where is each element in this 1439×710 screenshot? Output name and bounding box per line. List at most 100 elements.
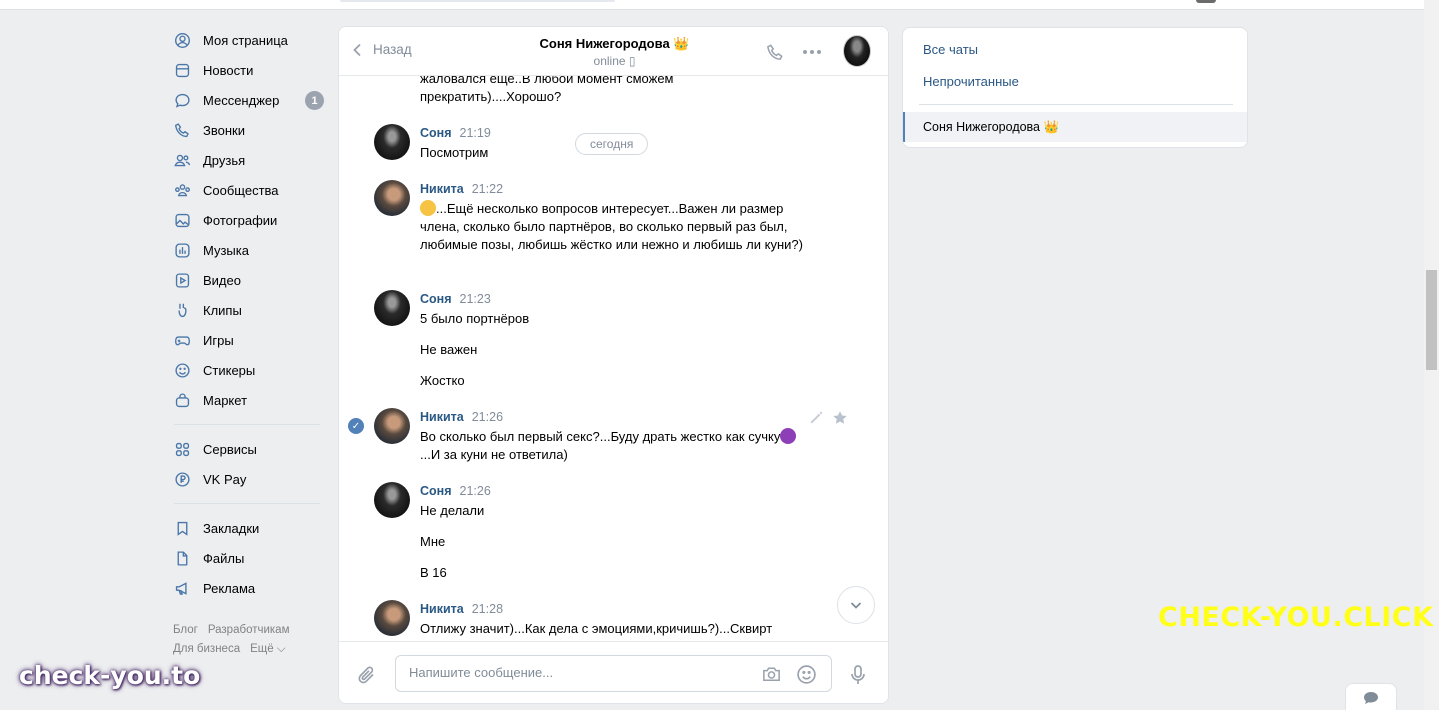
nav-item-friends[interactable]: Друзья [168,145,328,175]
camera-icon[interactable] [761,664,782,687]
photo-icon [174,212,191,229]
nav-item-games[interactable]: Игры [168,325,328,355]
message-input[interactable] [409,665,749,680]
message-time: 21:26 [471,410,504,424]
avatar[interactable] [374,124,410,160]
message-list[interactable]: жаловался еще..В любой момент сможем пре… [339,76,888,641]
message-text: Не делали [420,503,485,518]
author-name[interactable]: Никита [420,182,464,196]
chat-avatar[interactable] [843,35,871,67]
nav-label: Реклама [203,580,256,596]
watermark-right: CHECK-YOU.CLICK [1158,602,1434,633]
message-time: 21:23 [459,292,491,306]
nav-label: Стикеры [203,362,256,378]
nav-label: Маркет [203,392,248,408]
phone-icon [174,122,191,139]
message-time: 21:19 [459,126,491,140]
avatar[interactable] [374,180,410,216]
search-bar-edge[interactable] [340,0,615,2]
message-text: В 16 [420,565,447,580]
emoji-smile-icon[interactable] [796,664,817,688]
nav-divider [174,503,320,504]
nav-item-clips[interactable]: Клипы [168,295,328,325]
author-name[interactable]: Никита [420,602,464,616]
chat-bubble-icon [1364,692,1378,704]
profile-avatar-edge[interactable] [1196,0,1216,3]
active-chat-item[interactable]: Соня Нижегородова 👑 [903,112,1247,142]
unread-chats-link[interactable]: Непрочитанные [923,74,1019,89]
message-text: Не важен [420,342,478,357]
all-chats-link[interactable]: Все чаты [923,42,978,57]
chat-widget-button[interactable] [1345,683,1397,710]
nav-item-news[interactable]: Новости [168,55,328,85]
nav-item-video[interactable]: Видео [168,265,328,295]
megaphone-icon [174,580,191,597]
edit-pencil-icon[interactable] [809,410,824,425]
left-nav: Моя страница Новости Мессенджер 1 Звонки… [168,25,328,659]
nav-item-messenger[interactable]: Мессенджер 1 [168,85,328,115]
nav-item-music[interactable]: Музыка [168,235,328,265]
video-icon [174,272,191,289]
nav-item-calls[interactable]: Звонки [168,115,328,145]
footer-developers-link[interactable]: Разработчикам [208,624,290,636]
message-time: 21:26 [459,484,491,498]
nav-label: Закладки [203,520,260,536]
scrollbar-thumb[interactable] [1426,270,1437,370]
message-input-box[interactable] [395,655,832,692]
panel-divider [919,104,1233,105]
footer-blog-link[interactable]: Блог [173,624,198,636]
nav-item-ads[interactable]: Реклама [168,573,328,603]
avatar[interactable] [374,600,410,636]
nav-item-files[interactable]: Файлы [168,543,328,573]
avatar[interactable] [374,482,410,518]
friends-icon [174,152,191,169]
author-name[interactable]: Никита [420,410,464,424]
footer-links: Блог Разработчикам Для бизнеса Ещё ⌵ [168,621,328,659]
footer-more-link[interactable]: Ещё ⌵ [250,643,285,655]
devil-emoji-icon [780,428,797,444]
nav-label: Музыка [203,242,249,258]
phone-icon[interactable] [764,41,786,63]
message-text: Мне [420,534,446,549]
message-author[interactable]: Никита 21:22 [420,182,503,196]
kiss-emoji-icon [420,200,436,216]
bookmark-icon [174,520,191,537]
message-text: Во сколько был первый секс?...Буду драть… [420,428,820,446]
footer-business-link[interactable]: Для бизнеса [173,643,240,655]
nav-label: VK Pay [203,471,247,487]
message-author[interactable]: Никита 21:28 [420,602,503,616]
nav-item-bookmarks[interactable]: Закладки [168,513,328,543]
nav-item-stickers[interactable]: Стикеры [168,355,328,385]
selected-check-icon[interactable]: ✓ [348,418,364,434]
microphone-icon[interactable] [849,664,867,689]
active-chat-name: Соня Нижегородова 👑 [923,120,1060,134]
nav-item-communities[interactable]: Сообщества [168,175,328,205]
message-author[interactable]: Соня 21:19 [420,126,491,140]
author-name[interactable]: Соня [420,292,452,306]
message-author[interactable]: Соня 21:26 [420,484,491,498]
bag-icon [174,392,191,409]
author-name[interactable]: Соня [420,126,452,140]
nav-item-services[interactable]: Сервисы [168,434,328,464]
favorite-star-icon[interactable] [832,410,848,426]
message-author[interactable]: Соня 21:23 [420,292,491,306]
message-text-body: ...Ещё несколько вопросов интересует...В… [420,201,803,252]
clips-icon [174,302,191,319]
scroll-to-bottom-button[interactable] [837,586,875,624]
nav-item-market[interactable]: Маркет [168,385,328,415]
avatar[interactable] [374,290,410,326]
nav-label: Моя страница [203,32,288,48]
avatar[interactable] [374,408,410,444]
attach-paperclip-icon[interactable] [357,664,377,689]
nav-label: Видео [203,272,241,288]
top-bar [0,0,1424,10]
message-author[interactable]: Никита 21:26 [420,410,503,424]
nav-item-photos[interactable]: Фотографии [168,205,328,235]
more-options-icon[interactable] [801,41,823,63]
music-icon [174,242,191,259]
nav-item-vk-pay[interactable]: VK Pay [168,464,328,494]
nav-item-my-page[interactable]: Моя страница [168,25,328,55]
author-name[interactable]: Соня [420,484,452,498]
unread-badge: 1 [305,91,324,110]
watermark-left: check-you.to [19,661,201,690]
